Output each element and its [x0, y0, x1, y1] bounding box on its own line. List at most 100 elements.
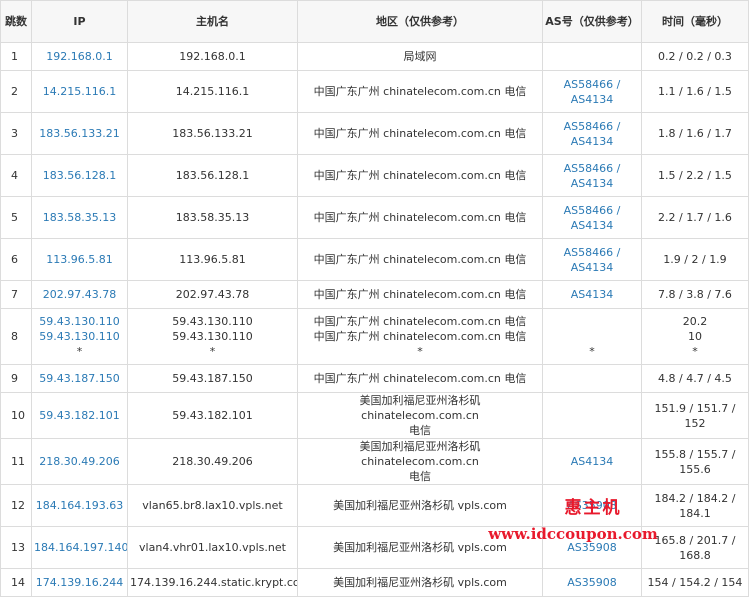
- as-cell-line[interactable]: AS58466 /: [545, 77, 639, 92]
- time-cell-line: 184.2 / 184.2 /: [654, 491, 736, 505]
- ip-cell-line[interactable]: 183.56.133.21: [34, 126, 125, 141]
- time-cell-line: 152: [684, 416, 706, 430]
- time-cell: 151.9 / 151.7 /152: [641, 392, 749, 439]
- ip-cell-line[interactable]: 183.58.35.13: [34, 210, 125, 225]
- as-cell: AS58466 /AS4134: [542, 70, 642, 113]
- region-cell-line: 中国广东广州 chinatelecom.com.cn 电信: [313, 253, 527, 266]
- table-row: 11 218.30.49.206 218.30.49.206 美国加利福尼亚州洛杉矶 …: [0, 438, 749, 485]
- ip-cell: 59.43.182.101: [31, 392, 128, 439]
- hostname-cell: 174.139.16.244.static.krypt.com: [127, 568, 298, 597]
- header-as-number: AS号（仅供参考）: [542, 0, 642, 43]
- ip-cell: 184.164.193.63: [31, 484, 128, 527]
- as-cell-line[interactable]: AS4134: [545, 134, 639, 149]
- ip-cell: 59.43.130.110 59.43.130.110 *: [31, 308, 128, 365]
- as-cell-line[interactable]: AS4134: [545, 287, 639, 302]
- region-cell: 中国广东广州 chinatelecom.com.cn 电信: [297, 364, 543, 393]
- hostname-cell: 14.215.116.1: [127, 70, 298, 113]
- as-cell-line[interactable]: AS4134: [545, 218, 639, 233]
- as-cell-line[interactable]: AS58466 /: [545, 203, 639, 218]
- ip-cell-line[interactable]: 184.164.193.63: [34, 498, 125, 513]
- region-cell: 中国广东广州 chinatelecom.com.cn 电信: [297, 70, 543, 113]
- time-cell: 1.5 / 2.2 / 1.5: [641, 154, 749, 197]
- hop-number: 1: [0, 42, 32, 71]
- region-cell: 局域网: [297, 42, 543, 71]
- header-time: 时间（毫秒）: [641, 0, 749, 43]
- ip-cell-line[interactable]: 59.43.130.110: [34, 329, 125, 344]
- ip-cell: 183.56.133.21: [31, 112, 128, 155]
- hostname-cell: 183.58.35.13: [127, 196, 298, 239]
- ip-cell-line[interactable]: 14.215.116.1: [34, 84, 125, 99]
- as-cell: AS4134: [542, 280, 642, 309]
- hop-number: 10: [0, 392, 32, 439]
- ip-cell-line[interactable]: 183.56.128.1: [34, 168, 125, 183]
- hostname-cell: 218.30.49.206: [127, 438, 298, 485]
- ip-cell-line[interactable]: 59.43.182.101: [34, 408, 125, 423]
- as-cell-line[interactable]: AS58466 /: [545, 119, 639, 134]
- ip-cell-line[interactable]: 218.30.49.206: [34, 454, 125, 469]
- time-cell-line: 165.8 / 201.7 /: [654, 533, 736, 547]
- as-cell-line[interactable]: AS4134: [545, 92, 639, 107]
- as-cell-line[interactable]: AS4134: [545, 260, 639, 275]
- ip-cell-line[interactable]: 184.164.197.140: [34, 540, 127, 555]
- region-cell: 中国广东广州 chinatelecom.com.cn 电信 中国广东广州 chin…: [297, 308, 543, 365]
- hostname-cell: 192.168.0.1: [127, 42, 298, 71]
- hostname-cell: vlan65.br8.lax10.vpls.net: [127, 484, 298, 527]
- region-cell-line: 中国广东广州 chinatelecom.com.cn 电信: [313, 372, 527, 385]
- time-cell-line: 1.9 / 2 / 1.9: [663, 253, 727, 266]
- region-cell-line: 美国加利福尼亚州洛杉矶 chinatelecom.com.cn: [359, 394, 481, 422]
- hostname-cell-line: 59.43.182.101: [172, 409, 253, 422]
- as-cell-line[interactable]: AS4134: [545, 176, 639, 191]
- hop-number: 5: [0, 196, 32, 239]
- hop-number: 9: [0, 364, 32, 393]
- ip-cell-line[interactable]: 59.43.130.110: [34, 314, 125, 329]
- as-cell-line[interactable]: AS35908: [545, 498, 639, 513]
- header-region: 地区（仅供参考）: [297, 0, 543, 43]
- ip-cell-line[interactable]: 59.43.187.150: [34, 371, 125, 386]
- table-row: 12 184.164.193.63 vlan65.br8.lax10.vpls.ne…: [0, 484, 749, 527]
- ip-cell-line[interactable]: 192.168.0.1: [34, 49, 125, 64]
- table-row: 3 183.56.133.21 183.56.133.21 中国广东广州 chinat…: [0, 112, 749, 155]
- ip-cell: 192.168.0.1: [31, 42, 128, 71]
- ip-cell-line[interactable]: 202.97.43.78: [34, 287, 125, 302]
- region-cell-line: 美国加利福尼亚州洛杉矶 vpls.com: [333, 499, 507, 512]
- table-row: 13 184.164.197.140 vlan4.vhr01.lax10.vpls.…: [0, 526, 749, 569]
- as-cell-line[interactable]: AS58466 /: [545, 161, 639, 176]
- ip-cell-line[interactable]: 174.139.16.244: [34, 575, 125, 590]
- hop-number: 11: [0, 438, 32, 485]
- region-cell: 美国加利福尼亚州洛杉矶 chinatelecom.com.cn 电信: [297, 392, 543, 439]
- ip-cell: 183.56.128.1: [31, 154, 128, 197]
- as-cell: AS35908: [542, 526, 642, 569]
- hop-number: 4: [0, 154, 32, 197]
- hostname-cell: 183.56.128.1: [127, 154, 298, 197]
- traceroute-table: 跳数 IP 主机名 地区（仅供参考） AS号（仅供参考） 时间（毫秒） 1 192…: [0, 0, 749, 597]
- as-cell-line[interactable]: AS58466 /: [545, 245, 639, 260]
- as-cell-line[interactable]: AS4134: [545, 454, 639, 469]
- hop-number: 3: [0, 112, 32, 155]
- as-cell: AS4134: [542, 438, 642, 485]
- time-cell-line: 10: [688, 330, 702, 343]
- hostname-cell-line: 202.97.43.78: [175, 288, 250, 301]
- hostname-cell-line: 183.56.128.1: [175, 169, 250, 182]
- hostname-cell-line: 59.43.187.150: [172, 372, 253, 385]
- ip-cell-line[interactable]: 113.96.5.81: [34, 252, 125, 267]
- time-cell: 1.1 / 1.6 / 1.5: [641, 70, 749, 113]
- as-cell-line: *: [589, 345, 595, 358]
- hostname-cell: 59.43.130.110 59.43.130.110 *: [127, 308, 298, 365]
- hop-number: 6: [0, 238, 32, 281]
- hostname-cell: 59.43.182.101: [127, 392, 298, 439]
- region-cell-line: 电信: [409, 470, 431, 483]
- region-cell: 美国加利福尼亚州洛杉矶 vpls.com: [297, 568, 543, 597]
- hostname-cell: 202.97.43.78: [127, 280, 298, 309]
- as-cell-line[interactable]: AS35908: [545, 575, 639, 590]
- as-cell-line[interactable]: AS35908: [545, 540, 639, 555]
- ip-cell: 218.30.49.206: [31, 438, 128, 485]
- region-cell-line: 中国广东广州 chinatelecom.com.cn 电信: [313, 288, 527, 301]
- region-cell-line: 中国广东广州 chinatelecom.com.cn 电信: [313, 211, 527, 224]
- region-cell-line: 中国广东广州 chinatelecom.com.cn 电信: [313, 169, 527, 182]
- hostname-cell-line: *: [209, 345, 216, 358]
- table-row: 5 183.58.35.13 183.58.35.13 中国广东广州 chinatel…: [0, 196, 749, 239]
- hop-number: 14: [0, 568, 32, 597]
- time-cell: 0.2 / 0.2 / 0.3: [641, 42, 749, 71]
- as-cell-line: [545, 314, 639, 329]
- region-cell-line: 中国广东广州 chinatelecom.com.cn 电信: [313, 127, 527, 140]
